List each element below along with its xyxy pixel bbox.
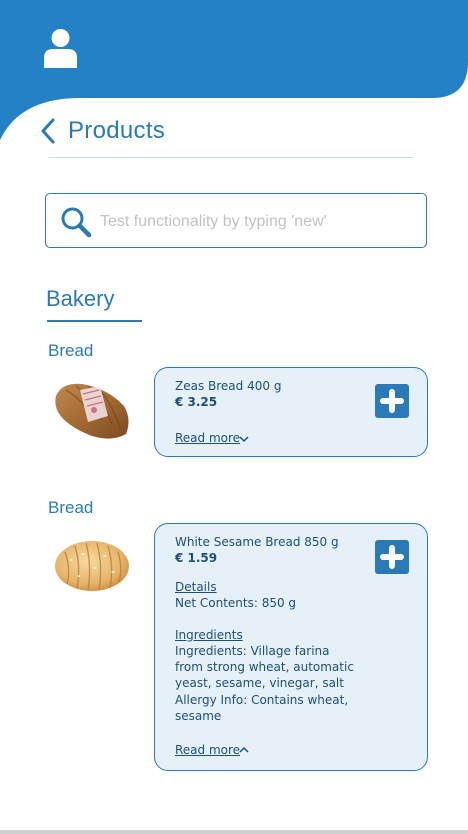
chevron-down-icon[interactable]	[239, 435, 249, 443]
allergy-line: sesame	[175, 709, 222, 723]
chevron-left-icon	[41, 118, 55, 144]
search-input[interactable]	[98, 204, 420, 240]
product-name: Zeas Bread 400 g	[175, 379, 282, 393]
search-icon	[61, 207, 92, 238]
read-more-link[interactable]: Read more	[175, 431, 240, 445]
allergy-line: Allergy Info: Contains wheat,	[175, 693, 349, 707]
plus-icon	[380, 545, 404, 569]
chevron-up-icon[interactable]	[239, 746, 249, 754]
ingredients-line: from strong wheat, automatic	[175, 660, 354, 674]
category-title: Bakery	[46, 286, 115, 311]
page-title: Products	[68, 117, 166, 144]
net-contents: Net Contents: 850 g	[175, 596, 297, 610]
category-underline	[47, 320, 142, 322]
ingredients-line: yeast, sesame, vinegar, salt	[175, 676, 344, 690]
add-to-cart-button[interactable]	[375, 384, 409, 418]
details-heading: Details	[175, 580, 217, 594]
ingredients-heading: Ingredients	[175, 628, 243, 642]
product-card: White Sesame Bread 850 g € 1.59 Details …	[154, 523, 428, 771]
product-price: € 3.25	[175, 395, 218, 409]
white-sesame-bread-image	[55, 541, 129, 591]
add-to-cart-button[interactable]	[375, 540, 409, 574]
bottom-border	[0, 830, 468, 834]
product-card: Zeas Bread 400 g € 3.25 Read more	[154, 367, 428, 457]
zeas-bread-image	[55, 383, 129, 439]
plus-icon	[380, 389, 404, 413]
subcategory-label: Bread	[48, 341, 94, 360]
user-icon[interactable]	[43, 28, 78, 68]
search-box	[45, 193, 427, 248]
product-name: White Sesame Bread 850 g	[175, 535, 339, 549]
back-button[interactable]: Products	[38, 114, 165, 148]
product-price: € 1.59	[175, 551, 218, 565]
ingredients-line: Ingredients: Village farina	[175, 644, 330, 658]
title-divider	[49, 157, 413, 158]
read-more-link[interactable]: Read more	[175, 743, 240, 757]
subcategory-label: Bread	[48, 498, 94, 517]
